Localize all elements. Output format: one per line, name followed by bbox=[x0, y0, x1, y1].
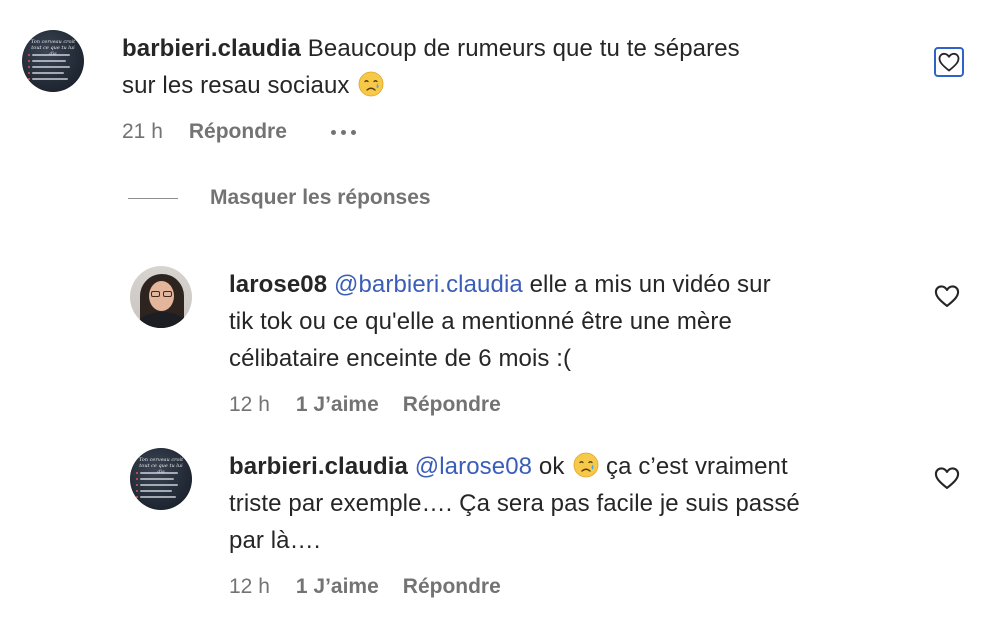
reply-body-line2: triste par exemple…. Ça sera pas facile … bbox=[229, 490, 800, 517]
reply-body-line2: tik tok ou ce qu'elle a mentionné être u… bbox=[229, 308, 732, 335]
reply-text: larose08 @barbieri.claudia elle a mis un… bbox=[229, 266, 909, 377]
more-horizontal-icon[interactable] bbox=[330, 129, 356, 135]
mention-link[interactable]: @larose08 bbox=[415, 453, 532, 480]
heart-icon[interactable] bbox=[933, 282, 961, 310]
comment-meta: 21 h Répondre bbox=[122, 120, 356, 144]
hide-replies-button[interactable]: Masquer les réponses bbox=[128, 186, 431, 210]
reply-button[interactable]: Répondre bbox=[403, 575, 501, 599]
reply-body-line1b: ça c’est vraiment bbox=[606, 453, 788, 480]
likes-count[interactable]: 1 J’aime bbox=[296, 575, 379, 599]
reply-body-line3: célibataire enceinte de 6 mois :( bbox=[229, 345, 572, 372]
comment-body-line1: Beaucoup de rumeurs que tu te sépares bbox=[307, 35, 740, 62]
crying-face-icon bbox=[573, 452, 599, 478]
hide-replies-label: Masquer les réponses bbox=[210, 186, 431, 209]
reply-text: barbieri.claudia @larose08 ok ça c’est v… bbox=[229, 448, 919, 559]
comment-body-line2: sur les resau sociaux bbox=[122, 72, 350, 99]
divider-line bbox=[128, 197, 178, 199]
reply-body-line1a: ok bbox=[538, 453, 565, 480]
crying-face-icon bbox=[358, 71, 385, 97]
avatar[interactable]: Ton cerveau croit tout ce que tu lui dis bbox=[22, 30, 84, 92]
likes-count[interactable]: 1 J’aime bbox=[296, 393, 379, 417]
comment-text: barbieri.claudia Beaucoup de rumeurs que… bbox=[122, 30, 882, 104]
heart-icon[interactable] bbox=[933, 464, 961, 492]
reply-button[interactable]: Répondre bbox=[403, 393, 501, 417]
like-button-focused[interactable] bbox=[934, 47, 964, 77]
avatar[interactable] bbox=[130, 266, 192, 328]
mention-link[interactable]: @barbieri.claudia bbox=[334, 271, 523, 298]
avatar[interactable]: Ton cerveau croit tout ce que tu lui dis bbox=[130, 448, 192, 510]
reply-button[interactable]: Répondre bbox=[189, 120, 287, 144]
timestamp: 12 h bbox=[229, 575, 270, 598]
timestamp: 12 h bbox=[229, 393, 270, 416]
comment-username[interactable]: barbieri.claudia bbox=[122, 35, 301, 62]
reply-meta: 12 h 1 J’aime Répondre bbox=[229, 575, 501, 599]
reply-username[interactable]: larose08 bbox=[229, 271, 327, 298]
timestamp: 21 h bbox=[122, 120, 163, 143]
reply-body-line1: elle a mis un vidéo sur bbox=[529, 271, 771, 298]
heart-icon bbox=[938, 52, 960, 72]
reply-body-line3: par là…. bbox=[229, 527, 321, 554]
reply-username[interactable]: barbieri.claudia bbox=[229, 453, 408, 480]
reply-meta: 12 h 1 J’aime Répondre bbox=[229, 393, 501, 417]
